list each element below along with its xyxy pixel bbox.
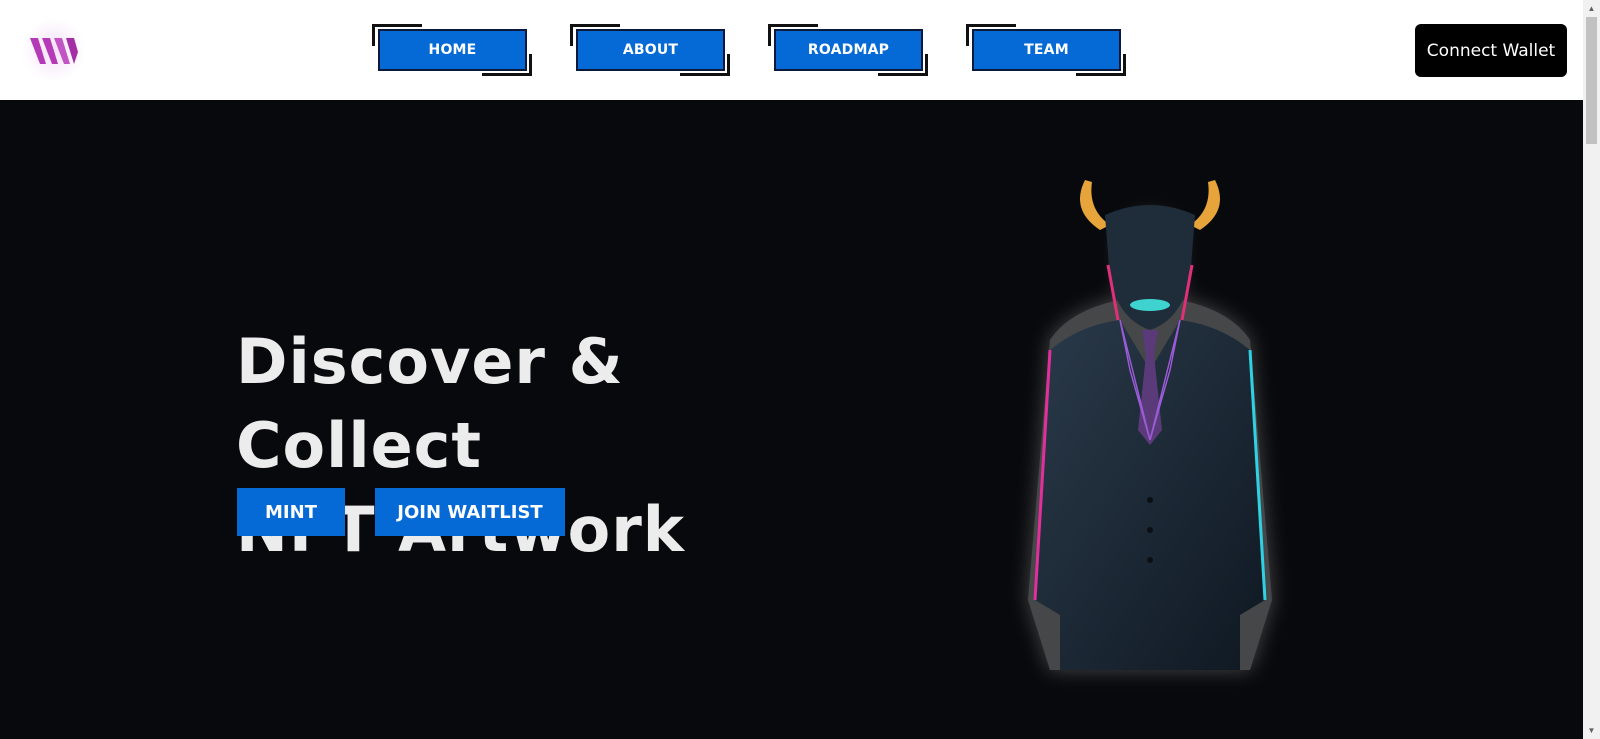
- nav-home-button[interactable]: HOME: [378, 29, 527, 71]
- join-waitlist-button[interactable]: JOIN WAITLIST: [375, 488, 565, 536]
- nav-roadmap[interactable]: ROADMAP: [768, 24, 928, 76]
- site-header: HOME ABOUT ROADMAP TEAM Connect Wallet: [0, 0, 1583, 100]
- scroll-thumb[interactable]: [1586, 17, 1597, 144]
- nav-roadmap-button[interactable]: ROADMAP: [774, 29, 923, 71]
- hero-section: Discover & Collect NFT Artwork MINT JOIN…: [0, 100, 1583, 739]
- logo-icon[interactable]: [22, 18, 86, 82]
- nav-about[interactable]: ABOUT: [570, 24, 730, 76]
- arrow-up-icon[interactable]: ▲: [1583, 0, 1600, 17]
- nav-team-button[interactable]: TEAM: [972, 29, 1121, 71]
- nav-team[interactable]: TEAM: [966, 24, 1126, 76]
- arrow-down-icon[interactable]: ▼: [1583, 722, 1600, 739]
- mint-button[interactable]: MINT: [237, 488, 345, 536]
- bull-suit-artwork: [1028, 180, 1272, 670]
- page-scrollbar[interactable]: ▲ ▼: [1583, 0, 1600, 739]
- hero-headline-line1: Discover & Collect: [236, 325, 624, 482]
- nav-about-button[interactable]: ABOUT: [576, 29, 725, 71]
- nav-home[interactable]: HOME: [372, 24, 532, 76]
- connect-wallet-button[interactable]: Connect Wallet: [1415, 24, 1567, 77]
